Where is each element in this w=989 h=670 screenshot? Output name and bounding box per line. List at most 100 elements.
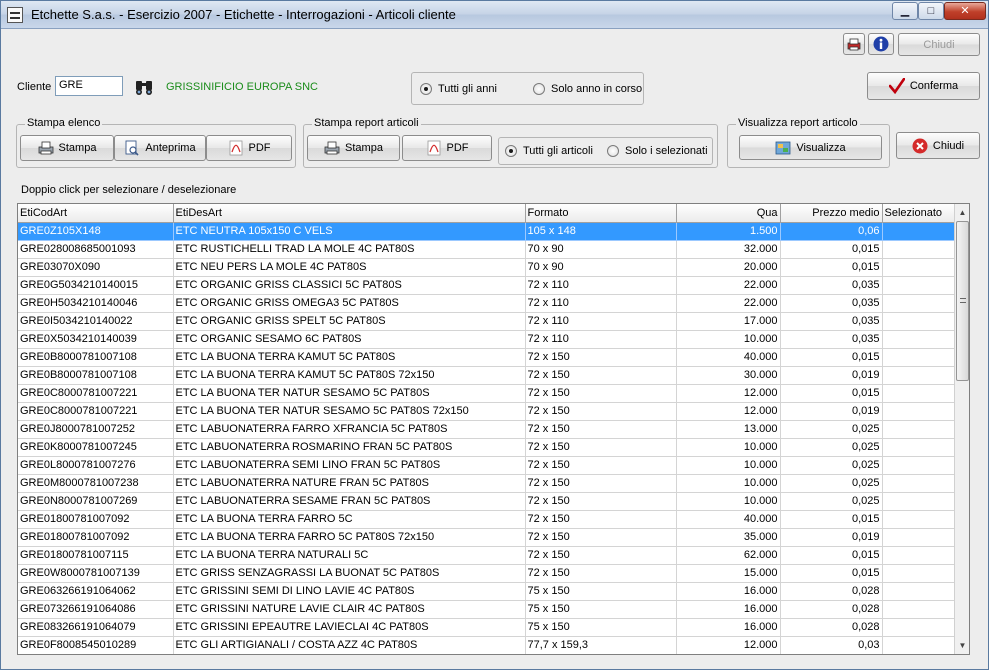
selection-hint: Doppio click per selezionare / deselezio… (21, 184, 237, 196)
table-row[interactable]: GRE01800781007092 ETC LA BUONA TERRA FARR… (18, 528, 955, 547)
stampa-elenco-label: Stampa (58, 142, 97, 154)
table-cell (882, 420, 955, 439)
table-cell: ETC LA BUONA TERRA FARRO 5C (173, 510, 526, 529)
table-cell (882, 474, 955, 493)
table-row[interactable]: GRE0K8000781007245 ETC LABUONATERRA ROSMA… (18, 438, 955, 457)
table-row[interactable]: GRE01800781007115 ETC LA BUONA TERRA NATU… (18, 546, 955, 565)
table-cell: GRE0C8000781007221 (18, 402, 174, 421)
table-cell: 0,035 (780, 330, 883, 349)
table-cell: ETC LABUONATERRA ROSMARINO FRAN 5C PAT80… (173, 438, 526, 457)
visualizza-button[interactable]: Visualizza (739, 135, 882, 160)
table-row[interactable]: GRE0N8000781007269 ETC LABUONATERRA SESAM… (18, 492, 955, 511)
table-cell: 0,028 (780, 582, 883, 601)
chiudi-top-button[interactable]: Chiudi (898, 33, 980, 56)
table-cell: ETC NEU PERS LA MOLE 4C PAT80S (173, 258, 526, 277)
table-row[interactable]: GRE0J8000781007252 ETC LABUONATERRA FARRO… (18, 420, 955, 439)
table-cell (882, 600, 955, 619)
table-row[interactable]: GRE01800781007092 ETC LA BUONA TERRA FARR… (18, 510, 955, 529)
table-cell (882, 222, 955, 241)
table-row[interactable]: GRE083266191064079 ETC GRISSINI EPEAUTRE … (18, 618, 955, 637)
table-cell: ETC NEUTRA 105x150 C VELS (173, 222, 526, 241)
column-header-formato[interactable]: Formato (525, 204, 677, 223)
all-years-radio[interactable]: Tutti gli anni (420, 83, 497, 95)
anteprima-button[interactable]: Anteprima (114, 135, 206, 161)
table-row[interactable]: GRE063266191064062 ETC GRISSINI SEMI DI L… (18, 582, 955, 601)
table-cell (882, 582, 955, 601)
radio-unselected-indicator (533, 83, 545, 95)
chiudi-button[interactable]: Chiudi (896, 132, 980, 159)
scroll-down-icon[interactable]: ▼ (955, 637, 969, 654)
table-row[interactable]: GRE0Z105X148 ETC NEUTRA 105x150 C VELS 105… (18, 222, 955, 241)
table-cell (882, 384, 955, 403)
table-row[interactable]: GRE0F8008545010289 ETC GLI ARTIGIANALI / … (18, 636, 955, 654)
table-cell: GRE0N8000781007269 (18, 492, 174, 511)
table-row[interactable]: GRE0B8000781007108 ETC LA BUONA TERRA KAM… (18, 348, 955, 367)
table-cell: 62.000 (676, 546, 781, 565)
table-row[interactable]: GRE073266191064086 ETC GRISSINI NATURE LA… (18, 600, 955, 619)
table-row[interactable]: GRE0G5034210140015 ETC ORGANIC GRISS CLAS… (18, 276, 955, 295)
table-row[interactable]: GRE0C8000781007221 ETC LA BUONA TER NATUR… (18, 402, 955, 421)
stampa-report-group: Stampa report articoli Stampa PDF Tutti … (303, 117, 718, 168)
stampa-elenco-button[interactable]: Stampa (20, 135, 114, 161)
table-row[interactable]: GRE0M8000781007238 ETC LABUONATERRA NATUR… (18, 474, 955, 493)
pdf-report-label: PDF (446, 142, 469, 154)
table-cell: ETC LA BUONA TER NATUR SESAMO 5C PAT80S (173, 384, 526, 403)
column-header-prezzo-medio[interactable]: Prezzo medio (780, 204, 883, 223)
articles-grid[interactable]: EtiCodArt EtiDesArt Formato Qua Prezzo m… (17, 203, 970, 655)
pdf-elenco-button[interactable]: PDF (206, 135, 292, 161)
table-row[interactable]: GRE0H5034210140046 ETC ORGANIC GRISS OMEG… (18, 294, 955, 313)
printer-icon (324, 141, 340, 155)
selected-articles-radio[interactable]: Solo i selezionati (607, 145, 708, 157)
table-cell (882, 636, 955, 654)
table-row[interactable]: GRE03070X090 ETC NEU PERS LA MOLE 4C PAT8… (18, 258, 955, 277)
table-cell: 12.000 (676, 402, 781, 421)
table-cell: 0,035 (780, 294, 883, 313)
table-row[interactable]: GRE0I5034210140022 ETC ORGANIC GRISS SPEL… (18, 312, 955, 331)
cliente-code-input[interactable]: GRE (55, 76, 123, 96)
table-cell: 16.000 (676, 600, 781, 619)
conferma-button[interactable]: Conferma (867, 72, 980, 100)
stampa-report-button[interactable]: Stampa (307, 135, 400, 161)
grid-vertical-scrollbar[interactable]: ▲ ▼ (954, 204, 969, 654)
table-cell: 30.000 (676, 366, 781, 385)
search-cliente-button[interactable] (133, 78, 155, 96)
table-row[interactable]: GRE028008685001093 ETC RUSTICHELLI TRAD L… (18, 240, 955, 259)
pdf-report-button[interactable]: PDF (402, 135, 492, 161)
conferma-label: Conferma (909, 80, 959, 92)
all-articles-label: Tutti gli articoli (523, 145, 593, 157)
table-cell (882, 456, 955, 475)
table-row[interactable]: GRE0B8000781007108 ETC LA BUONA TERRA KAM… (18, 366, 955, 385)
column-header-etidesart[interactable]: EtiDesArt (173, 204, 526, 223)
table-row[interactable]: GRE0W8000781007139 ETC GRISS SENZAGRASSI … (18, 564, 955, 583)
table-cell (882, 312, 955, 331)
minimize-button[interactable]: ▁ (892, 2, 918, 20)
column-header-qua[interactable]: Qua (676, 204, 781, 223)
table-cell: ETC GRISSINI EPEAUTRE LAVIECLAI 4C PAT80… (173, 618, 526, 637)
table-row[interactable]: GRE0C8000781007221 ETC LA BUONA TER NATUR… (18, 384, 955, 403)
table-row[interactable]: GRE0X5034210140039 ETC ORGANIC SESAMO 6C … (18, 330, 955, 349)
scroll-thumb[interactable] (956, 221, 969, 381)
all-articles-radio[interactable]: Tutti gli articoli (505, 145, 593, 157)
maximize-button[interactable]: □ (918, 2, 944, 20)
pdf-icon (427, 140, 440, 156)
column-header-selezionato[interactable]: Selezionato (882, 204, 955, 223)
current-year-radio[interactable]: Solo anno in corso (533, 83, 642, 95)
title-bar[interactable]: Etchette S.a.s. - Esercizio 2007 - Etich… (1, 1, 988, 29)
radio-unselected-indicator (607, 145, 619, 157)
printer-icon (38, 141, 53, 155)
printer-setup-button[interactable] (843, 33, 865, 55)
table-cell: 0,025 (780, 420, 883, 439)
close-window-button[interactable]: ✕ (944, 2, 986, 20)
info-button[interactable] (868, 33, 894, 55)
table-cell (882, 528, 955, 547)
table-cell (882, 438, 955, 457)
table-cell: 12.000 (676, 384, 781, 403)
table-row[interactable]: GRE0L8000781007276 ETC LABUONATERRA SEMI … (18, 456, 955, 475)
scroll-up-icon[interactable]: ▲ (955, 204, 969, 221)
table-cell: 72 x 150 (525, 546, 677, 565)
table-cell (882, 546, 955, 565)
table-cell: ETC RUSTICHELLI TRAD LA MOLE 4C PAT80S (173, 240, 526, 259)
column-header-eticodart[interactable]: EtiCodArt (18, 204, 174, 223)
table-cell: ETC LABUONATERRA FARRO XFRANCIA 5C PAT80… (173, 420, 526, 439)
window-menu-icon[interactable] (7, 7, 23, 23)
